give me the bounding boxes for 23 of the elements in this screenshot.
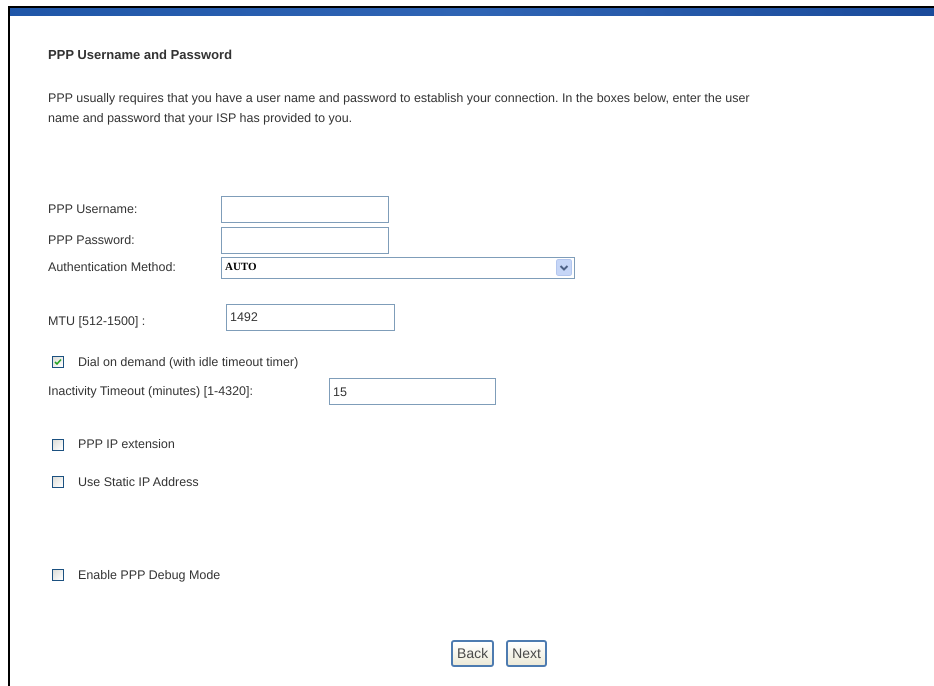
intro-paragraph: PPP usually requires that you have a user name and password to establish your connection. In the boxes below, enter the user name and password that your ISP has provided to you.	[48, 90, 751, 127]
field-label: PPP Password:	[48, 232, 136, 249]
inactivity-timeout-field[interactable]: 15	[329, 378, 496, 406]
field-label: MTU [512-1500] :	[48, 312, 146, 330]
auth-method-dropdown[interactable]: AUTO	[221, 256, 575, 278]
field-label: PPP Username:	[48, 200, 138, 218]
checkbox-label: Dial on demand (with idle timeout timer)	[78, 354, 298, 371]
checkbox[interactable]	[52, 569, 64, 582]
nav-button[interactable]: Back	[451, 640, 494, 666]
nav-button[interactable]: Next	[506, 640, 547, 666]
username-field[interactable]	[221, 196, 389, 222]
field-label: Authentication Method:	[48, 259, 177, 276]
checkbox[interactable]	[52, 356, 64, 368]
chevron-down-icon	[556, 259, 572, 276]
mtu-field[interactable]: 1492	[226, 304, 395, 330]
field-label: Inactivity Timeout (minutes) [1-4320]:	[48, 383, 254, 400]
checkbox[interactable]	[52, 476, 64, 488]
checkbox-label: Use Static IP Address	[78, 474, 199, 491]
section-heading: PPP Username and Password	[48, 46, 234, 64]
checkbox-label: Enable PPP Debug Mode	[78, 566, 220, 584]
checkbox[interactable]	[52, 438, 64, 451]
password-field[interactable]	[221, 226, 389, 254]
checkbox-label: PPP IP extension	[78, 436, 175, 454]
